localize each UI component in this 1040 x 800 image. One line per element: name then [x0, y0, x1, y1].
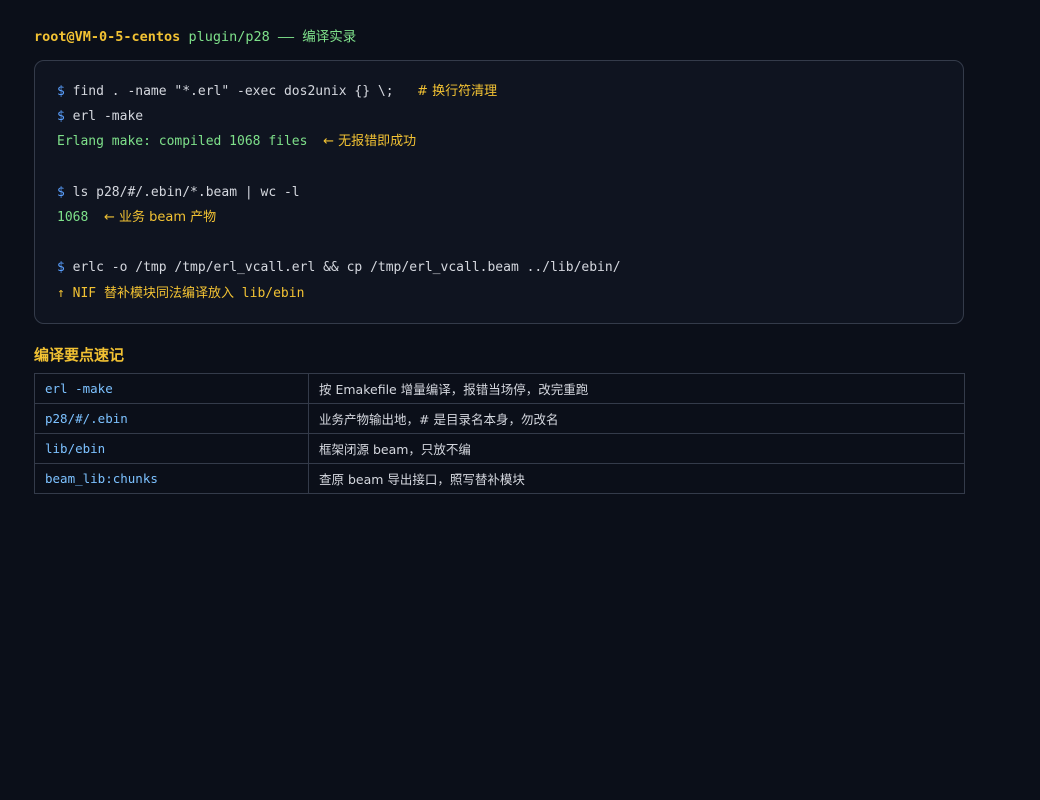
user-host: root@VM-0-5-centos	[34, 29, 181, 45]
reference-table: erl -make 按 Emakefile 增量编译，报错当场停，改完重跑 p2…	[34, 373, 965, 494]
command-text[interactable]: ls p28/#/.ebin/*.beam | wc -l	[73, 185, 300, 200]
terminal-line: $ find . -name "*.erl" -exec dos2unix {}…	[57, 83, 497, 101]
table-value-cell: 按 Emakefile 增量编译，报错当场停，改完重跑	[308, 373, 965, 404]
table-key-cell: beam_lib:chunks	[34, 463, 309, 494]
page: root@VM-0-5-centos plugin/p28 —— 编译实录 $ …	[0, 0, 1040, 800]
terminal-line: $ erl -make	[57, 108, 143, 126]
table-key-cell: p28/#/.ebin	[34, 403, 309, 434]
header-separator: ——	[269, 29, 303, 45]
table-value-cell: 框架闭源 beam，只放不编	[308, 433, 965, 464]
prompt-symbol: $	[57, 185, 65, 200]
terminal-line: Erlang make: compiled 1068 files ← 无报错即成…	[57, 133, 416, 151]
output-note: ← 业务 beam 产物	[103, 210, 217, 225]
command-output: 1068	[57, 210, 89, 225]
table-row: lib/ebin 框架闭源 beam，只放不编	[34, 433, 965, 464]
terminal-line: $ ls p28/#/.ebin/*.beam | wc -l	[57, 184, 300, 202]
table-key-cell: erl -make	[34, 373, 309, 404]
prompt-symbol: $	[57, 109, 65, 124]
section-title: 编译要点速记	[34, 346, 125, 364]
output-note: ← 无报错即成功	[323, 134, 417, 149]
session-header: root@VM-0-5-centos plugin/p28 —— 编译实录	[34, 28, 356, 46]
prompt-symbol: $	[57, 260, 65, 275]
command-text[interactable]: find . -name "*.erl" -exec dos2unix {} \…	[73, 84, 394, 99]
table-row: p28/#/.ebin 业务产物输出地，# 是目录名本身，勿改名	[34, 403, 965, 434]
table-row: erl -make 按 Emakefile 增量编译，报错当场停，改完重跑	[34, 373, 965, 404]
table-value-cell: 查原 beam 导出接口，照写替补模块	[308, 463, 965, 494]
command-text[interactable]: erl -make	[73, 109, 143, 124]
terminal-block[interactable]: $ find . -name "*.erl" -exec dos2unix {}…	[34, 60, 964, 324]
terminal-line: 1068 ← 业务 beam 产物	[57, 209, 216, 227]
terminal-line: $ erlc -o /tmp /tmp/erl_vcall.erl && cp …	[57, 259, 621, 277]
output-note: ↑ NIF 替补模块同法编译放入 lib/ebin	[57, 286, 305, 301]
command-output: Erlang make: compiled 1068 files	[57, 134, 308, 149]
working-path: plugin/p28	[188, 29, 270, 45]
page-title: 编译实录	[302, 29, 357, 45]
command-comment: # 换行符清理	[417, 84, 498, 99]
terminal-line: ↑ NIF 替补模块同法编译放入 lib/ebin	[57, 285, 304, 303]
table-key-cell: lib/ebin	[34, 433, 309, 464]
table-value-cell: 业务产物输出地，# 是目录名本身，勿改名	[308, 403, 965, 434]
command-text[interactable]: erlc -o /tmp /tmp/erl_vcall.erl && cp /t…	[73, 260, 621, 275]
prompt-symbol: $	[57, 84, 65, 99]
table-row: beam_lib:chunks 查原 beam 导出接口，照写替补模块	[34, 463, 965, 494]
